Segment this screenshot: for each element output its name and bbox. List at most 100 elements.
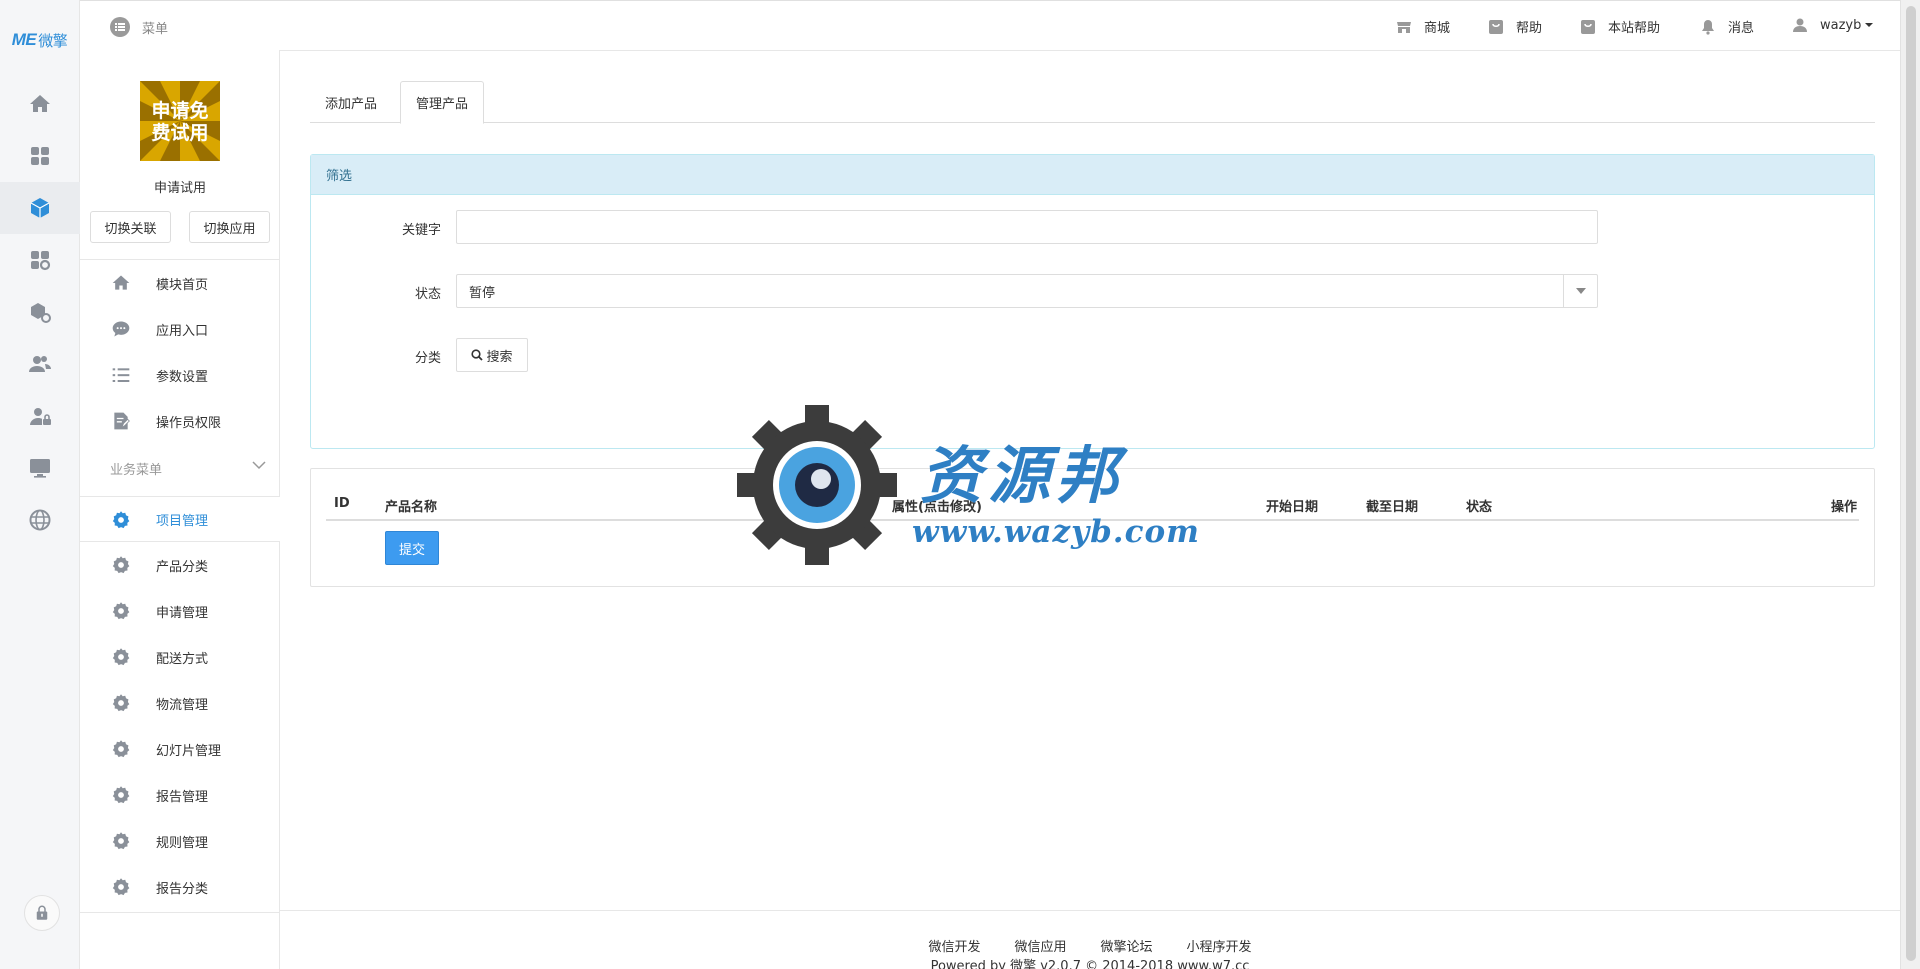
bell-icon <box>1702 19 1714 35</box>
caret-down-icon <box>1563 275 1597 307</box>
status-select[interactable]: 暂停 <box>456 274 1598 308</box>
search-button[interactable]: 搜索 <box>456 338 528 372</box>
watermark-cn-text: 资源邦 <box>920 439 1125 512</box>
footer-link-forum[interactable]: 微擎论坛 <box>1101 936 1153 955</box>
logo-cn: 微擎 <box>38 32 68 50</box>
rail-apps[interactable] <box>0 130 80 182</box>
footer-copyright: Powered by 微擎 v2.0.7 © 2014-2018 www.w7.… <box>930 959 1250 969</box>
col-status: 状态 <box>1466 500 1493 515</box>
rail-cube-settings[interactable] <box>0 286 80 338</box>
sidebar-item-logistics[interactable]: 物流管理 <box>80 680 280 726</box>
gear-icon <box>112 740 130 758</box>
footer-link-miniprogram[interactable]: 小程序开发 <box>1187 936 1252 955</box>
sidebar-item-params[interactable]: 参数设置 <box>80 352 280 398</box>
search-icon <box>471 349 484 361</box>
status-row: 状态 暂停 <box>311 274 1876 308</box>
switch-app-button[interactable]: 切换应用 <box>189 211 270 243</box>
product-tabs: 添加产品 管理产品 <box>310 81 1875 124</box>
footer-link-wechat-dev[interactable]: 微信开发 <box>928 936 980 955</box>
col-id: ID <box>334 496 350 511</box>
sidebar-item-slides[interactable]: 幻灯片管理 <box>80 726 280 772</box>
module-sidebar: 申请免 费试用 申请试用 切换关联 切换应用 模块首页 应用入口 参数设置 操作… <box>80 50 281 969</box>
sidebar-item-module-home[interactable]: 模块首页 <box>80 260 280 306</box>
keyword-label: 关键字 <box>401 223 441 238</box>
sidebar-item-label: 操作员权限 <box>156 415 222 431</box>
trial-label[interactable]: 申请试用 <box>80 177 280 196</box>
search-button-label: 搜索 <box>486 349 513 365</box>
brand-logo[interactable]: ME 微擎 <box>0 0 79 80</box>
sunburst-banner-icon: 申请免 费试用 <box>140 81 220 161</box>
sidebar-item-rules[interactable]: 规则管理 <box>80 818 280 864</box>
col-name: 产品名称 <box>385 500 438 515</box>
nav-help[interactable]: 帮助 <box>1488 17 1542 36</box>
category-label: 分类 <box>414 351 441 366</box>
nav-messages-label: 消息 <box>1728 21 1755 36</box>
sidebar-item-label: 产品分类 <box>156 559 209 575</box>
nav-store[interactable]: 商城 <box>1396 17 1450 36</box>
sidebar-item-product-category[interactable]: 产品分类 <box>80 542 280 588</box>
tab-add-product[interactable]: 添加产品 <box>310 81 392 123</box>
gear-icon <box>112 556 130 574</box>
submit-button[interactable]: 提交 <box>385 531 439 565</box>
col-actions: 操作 <box>1831 500 1858 515</box>
gear-icon <box>112 786 130 804</box>
filter-panel-title: 筛选 <box>311 155 1874 195</box>
watermark-url: www.wazyb.com <box>912 514 1200 550</box>
gear-icon <box>112 602 130 620</box>
users-icon <box>29 356 51 372</box>
sidebar-item-delivery[interactable]: 配送方式 <box>80 634 280 680</box>
sidebar-item-reports[interactable]: 报告管理 <box>80 772 280 818</box>
sidebar-item-project-mgmt[interactable]: 项目管理 <box>80 496 281 542</box>
menu-toggle[interactable]: 菜单 <box>110 17 168 37</box>
tab-manage-product[interactable]: 管理产品 <box>400 81 485 124</box>
sidebar-item-label: 报告分类 <box>156 881 209 897</box>
user-menu[interactable]: wazyb <box>1792 17 1874 33</box>
rail-home[interactable] <box>0 78 80 130</box>
app-settings-icon <box>31 251 51 271</box>
chat-icon <box>112 321 130 337</box>
sidebar-item-label: 报告管理 <box>156 789 209 805</box>
footer-link-wechat-apps[interactable]: 微信应用 <box>1014 936 1066 955</box>
nav-messages[interactable]: 消息 <box>1700 17 1754 36</box>
sidebar-item-application-mgmt[interactable]: 申请管理 <box>80 588 280 634</box>
keyword-row: 关键字 <box>311 210 1876 244</box>
rail-module[interactable] <box>0 182 80 234</box>
trial-banner-image[interactable]: 申请免 费试用 <box>140 81 220 161</box>
rail-app-settings[interactable] <box>0 234 80 286</box>
sidebar-item-label: 模块首页 <box>156 277 209 293</box>
rail-users[interactable] <box>0 338 80 390</box>
footer: 微信开发 微信应用 微擎论坛 小程序开发 Powered by 微擎 v2.0.… <box>280 910 1900 969</box>
nav-site-help[interactable]: 本站帮助 <box>1580 17 1660 36</box>
gear-icon <box>112 832 130 850</box>
gear-icon <box>112 878 130 896</box>
col-end-date: 截至日期 <box>1366 500 1419 515</box>
sidebar-item-app-entry[interactable]: 应用入口 <box>80 306 280 352</box>
lock-button[interactable] <box>24 895 60 931</box>
menu-list-icon <box>110 17 130 37</box>
top-bar: 菜单 商城 帮助 本站帮助 消息 wazyb <box>80 0 1900 51</box>
logo-text: ME <box>11 30 37 49</box>
category-row: 分类 搜索 <box>311 338 1876 372</box>
site-help-icon <box>1581 19 1595 34</box>
scrollbar-thumb[interactable] <box>1906 6 1916 961</box>
gear-icon <box>112 694 130 712</box>
sidebar-item-report-category[interactable]: 报告分类 <box>80 864 280 910</box>
edit-doc-icon <box>114 412 130 430</box>
module-cube-icon <box>30 198 50 218</box>
switch-link-button[interactable]: 切换关联 <box>90 211 171 243</box>
sidebar-item-operator-perms[interactable]: 操作员权限 <box>80 398 280 444</box>
help-bag-icon <box>1489 19 1503 34</box>
nav-site-help-label: 本站帮助 <box>1608 21 1661 36</box>
chevron-down-icon[interactable] <box>252 460 266 470</box>
rail-user-lock[interactable] <box>0 390 80 442</box>
page-scrollbar[interactable] <box>1900 0 1920 969</box>
sidebar-item-label: 规则管理 <box>156 835 209 851</box>
monitor-icon <box>30 459 50 478</box>
username: wazyb <box>1820 17 1862 33</box>
keyword-input[interactable] <box>456 210 1598 244</box>
rail-globe[interactable] <box>0 494 80 546</box>
rail-monitor[interactable] <box>0 442 80 494</box>
sidebar-item-label: 申请管理 <box>156 605 209 621</box>
status-select-value: 暂停 <box>469 285 496 301</box>
caret-down-icon <box>1865 23 1874 27</box>
